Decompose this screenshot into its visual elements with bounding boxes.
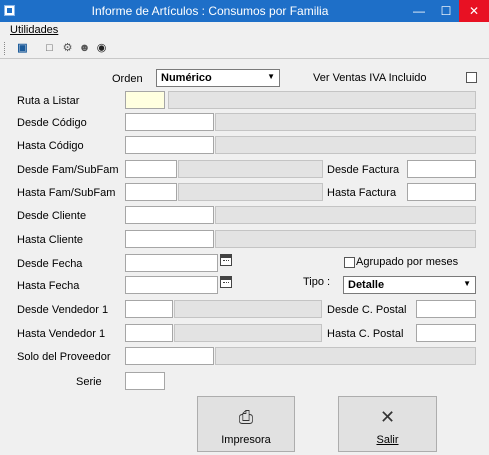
ruta-label: Ruta a Listar xyxy=(17,95,80,107)
desde-cliente-label: Desde Cliente xyxy=(17,210,87,222)
minimize-button[interactable]: — xyxy=(405,0,433,22)
hasta-codigo-description xyxy=(215,136,476,154)
toolbar-grip xyxy=(4,42,7,55)
maximize-button[interactable]: ☐ xyxy=(432,0,460,22)
serie-label: Serie xyxy=(76,376,102,388)
hasta-cpostal-input[interactable] xyxy=(416,324,476,342)
settings-icon[interactable]: ⚙ xyxy=(60,41,75,56)
desde-cliente-description xyxy=(215,206,476,224)
chevron-down-icon: ▼ xyxy=(267,72,275,81)
desde-codigo-input[interactable] xyxy=(125,113,214,131)
ruta-description xyxy=(168,91,476,109)
desde-factura-input[interactable] xyxy=(407,160,476,178)
iva-checkbox[interactable] xyxy=(466,72,477,83)
title-bar: Informe de Artículos : Consumos por Fami… xyxy=(0,0,489,22)
agrupado-label: Agrupado por meses xyxy=(356,256,459,268)
desde-fam-label: Desde Fam/SubFam xyxy=(17,164,119,176)
users-icon[interactable]: ☻ xyxy=(77,41,92,56)
impresora-label: Impresora xyxy=(221,434,271,446)
desde-cpostal-input[interactable] xyxy=(416,300,476,318)
proveedor-description xyxy=(215,347,476,365)
desde-codigo-description xyxy=(215,113,476,131)
iva-label: Ver Ventas IVA Incluido xyxy=(313,72,427,84)
window-title: Informe de Artículos : Consumos por Fami… xyxy=(91,4,329,18)
hasta-fam-label: Hasta Fam/SubFam xyxy=(17,187,116,199)
toolbar: ▣ □ ⚙ ☻ ◉ xyxy=(0,39,489,59)
hasta-vendedor-input[interactable] xyxy=(125,324,173,342)
hasta-fecha-input[interactable] xyxy=(125,276,218,294)
menu-bar: Utilidades xyxy=(0,22,489,40)
orden-select[interactable]: Numérico ▼ xyxy=(156,69,280,87)
impresora-button[interactable]: ⎙ Impresora xyxy=(197,396,295,452)
hasta-cliente-label: Hasta Cliente xyxy=(17,234,84,246)
report-form: Orden Numérico ▼ Ver Ventas IVA Incluido… xyxy=(0,60,489,455)
hasta-vendedor-description xyxy=(174,324,322,342)
salir-label: Salir xyxy=(376,434,399,446)
desde-fam-input[interactable] xyxy=(125,160,177,178)
tipo-select[interactable]: Detalle ▼ xyxy=(343,276,476,294)
desde-vendedor-description xyxy=(174,300,322,318)
hasta-factura-label: Hasta Factura xyxy=(327,187,397,199)
tipo-value: Detalle xyxy=(348,279,385,291)
hasta-codigo-label: Hasta Código xyxy=(17,140,84,152)
salir-button[interactable]: ✕ Salir xyxy=(338,396,437,452)
orden-value: Numérico xyxy=(161,72,212,84)
close-x-icon: ✕ xyxy=(379,407,396,427)
desde-cpostal-label: Desde C. Postal xyxy=(327,304,407,316)
agrupado-checkbox[interactable] xyxy=(344,257,355,268)
proveedor-label: Solo del Proveedor xyxy=(17,351,111,363)
preview-icon[interactable]: □ xyxy=(42,41,57,56)
menu-utilidades[interactable]: Utilidades xyxy=(10,24,58,36)
hasta-vendedor-label: Hasta Vendedor 1 xyxy=(17,328,106,340)
desde-cliente-input[interactable] xyxy=(125,206,214,224)
printer-icon: ⎙ xyxy=(238,407,254,427)
orden-label: Orden xyxy=(112,73,143,85)
desde-vendedor-input[interactable] xyxy=(125,300,173,318)
desde-vendedor-label: Desde Vendedor 1 xyxy=(17,304,109,316)
ruta-input[interactable] xyxy=(125,91,165,109)
calendar-icon[interactable] xyxy=(220,254,232,266)
hasta-cliente-input[interactable] xyxy=(125,230,214,248)
search-binoculars-icon[interactable]: ◉ xyxy=(94,41,109,56)
calendar-icon[interactable] xyxy=(220,276,232,288)
hasta-fam-description xyxy=(178,183,323,201)
proveedor-input[interactable] xyxy=(125,347,214,365)
export-icon[interactable]: ▣ xyxy=(15,41,30,56)
hasta-cliente-description xyxy=(215,230,476,248)
serie-input[interactable] xyxy=(125,372,165,390)
hasta-factura-input[interactable] xyxy=(407,183,476,201)
desde-fecha-input[interactable] xyxy=(125,254,218,272)
desde-codigo-label: Desde Código xyxy=(17,117,87,129)
desde-fecha-label: Desde Fecha xyxy=(17,258,83,270)
desde-fam-description xyxy=(178,160,323,178)
hasta-codigo-input[interactable] xyxy=(125,136,214,154)
hasta-fecha-label: Hasta Fecha xyxy=(17,280,80,292)
hasta-cpostal-label: Hasta C. Postal xyxy=(327,328,404,340)
desde-factura-label: Desde Factura xyxy=(327,164,400,176)
hasta-fam-input[interactable] xyxy=(125,183,177,201)
tipo-label: Tipo : xyxy=(303,276,331,288)
chevron-down-icon: ▼ xyxy=(463,279,471,288)
close-button[interactable]: ✕ xyxy=(459,0,489,22)
